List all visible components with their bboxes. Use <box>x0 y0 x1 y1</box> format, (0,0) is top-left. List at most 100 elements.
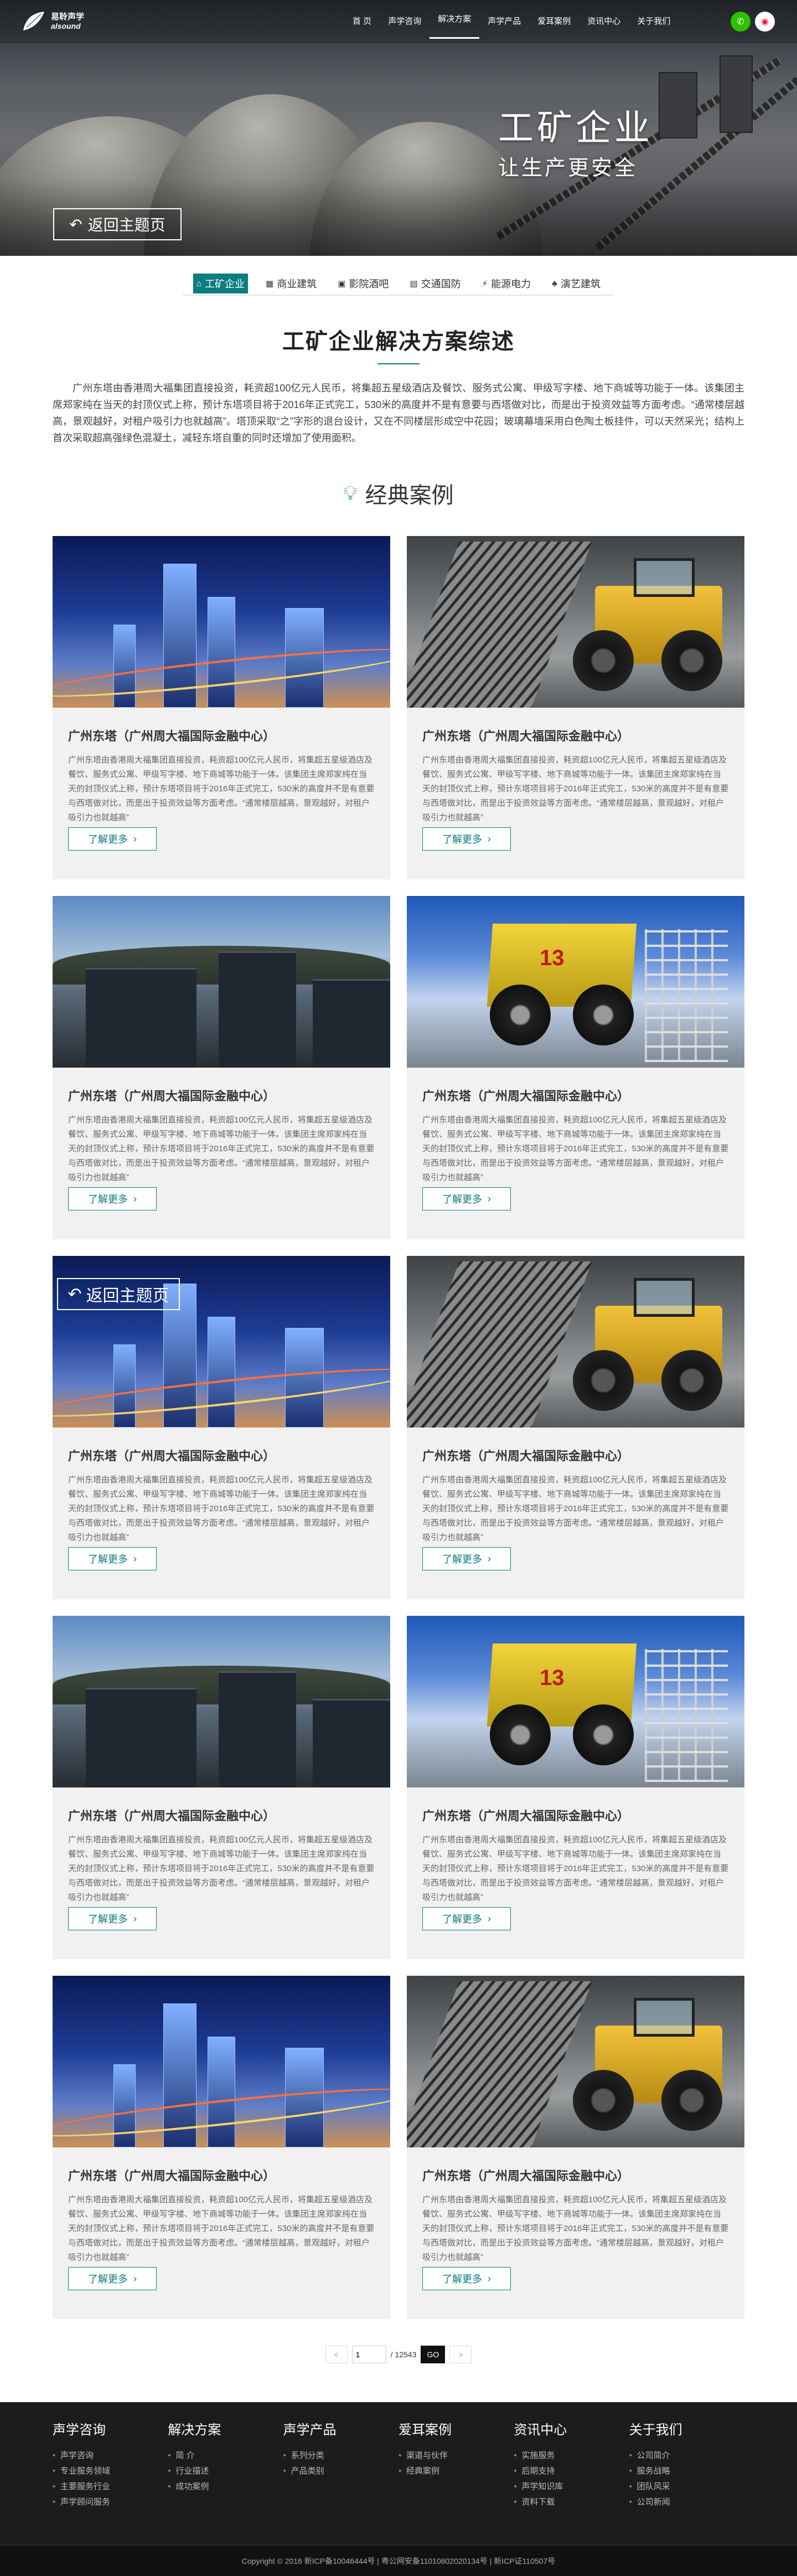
case-image-city[interactable] <box>53 1976 390 2147</box>
menu-item-cases[interactable]: 爱耳案例 <box>529 0 579 43</box>
learn-more-button[interactable]: 了解更多 › <box>422 1547 511 1570</box>
footer-link[interactable]: 声学顾问服务 <box>53 2495 168 2510</box>
footer-link[interactable]: 系列分类 <box>283 2448 398 2464</box>
footer-link[interactable]: 声学咨询 <box>53 2448 168 2464</box>
footer-link[interactable]: 主要服务行业 <box>53 2479 168 2495</box>
menu-item-solutions[interactable]: 解决方案 <box>429 0 480 39</box>
case-image-city[interactable]: ↶ 返回主题页 <box>53 1256 390 1428</box>
case-card[interactable]: ↶ 返回主题页 广州东塔（广州周大福国际金融中心） 广州东塔由香港周大福集团直接投… <box>53 1256 390 1599</box>
learn-more-label: 了解更多 <box>442 834 482 845</box>
case-card[interactable]: 广州东塔（广州周大福国际金融中心） 广州东塔由香港周大福集团直接投资，耗资超10… <box>53 1976 390 2319</box>
case-title: 广州东塔（广州周大福国际金融中心） <box>68 1809 276 1823</box>
case-card[interactable]: 广州东塔（广州周大福国际金融中心） 广州东塔由香港周大福集团直接投资，耗资超10… <box>53 896 390 1239</box>
footer-link[interactable]: 公司新闻 <box>629 2495 744 2510</box>
power-icon: ⚡ <box>482 279 488 288</box>
back-label: 返回主题页 <box>86 1287 169 1305</box>
tab-industrial[interactable]: ⌂ 工矿企业 <box>193 274 249 293</box>
case-image-loader[interactable] <box>407 1256 744 1428</box>
learn-more-button[interactable]: 了解更多 › <box>68 1547 157 1570</box>
chevron-right-icon: › <box>133 1553 137 1564</box>
footer-link[interactable]: 经典案例 <box>398 2464 514 2479</box>
footer-link[interactable]: 声学知识库 <box>514 2479 629 2495</box>
learn-more-button[interactable]: 了解更多 › <box>68 1187 157 1210</box>
back-to-theme-button[interactable]: ↶ 返回主题页 <box>53 208 182 240</box>
footer-col-title: 资讯中心 <box>514 2423 567 2438</box>
footer-link[interactable]: 服务战略 <box>629 2464 744 2479</box>
case-image-loader[interactable] <box>407 536 744 708</box>
social-links: ✆ ◉ <box>731 12 775 32</box>
footer-link[interactable]: 产品类别 <box>283 2464 398 2479</box>
category-tabs: ⌂ 工矿企业 ▦ 商业建筑 ▣ 影院酒吧 ▤ 交通国防 ⚡ 能源电力 ♣ 演艺建筑 <box>183 274 614 296</box>
case-card[interactable]: 13 广州东塔（广州周大福国际金融中心） 广州东塔由香港周大福集团直接投资，耗资… <box>407 1616 744 1959</box>
learn-more-button[interactable]: 了解更多 › <box>422 2267 511 2290</box>
footer-col-title: 解决方案 <box>168 2423 221 2438</box>
case-card[interactable]: 广州东塔（广州周大福国际金融中心） 广州东塔由香港周大福集团直接投资，耗资超10… <box>407 1256 744 1599</box>
tab-label: 影院酒吧 <box>349 279 389 290</box>
menu-item-products[interactable]: 声学产品 <box>479 0 529 43</box>
menu-item-consulting[interactable]: 声学咨询 <box>380 0 429 43</box>
learn-more-button[interactable]: 了解更多 › <box>68 827 157 851</box>
case-card[interactable]: 13 广州东塔（广州周大福国际金融中心） 广州东塔由香港周大福集团直接投资，耗资… <box>407 896 744 1239</box>
footer-col-cases: 爱耳案例 渠道与伙伴经典案例 <box>398 2419 514 2510</box>
case-card[interactable]: 广州东塔（广州周大福国际金融中心） 广州东塔由香港周大福集团直接投资，耗资超10… <box>407 1976 744 2319</box>
footer-link[interactable]: 简 介 <box>168 2448 283 2464</box>
footer-link[interactable]: 团队风采 <box>629 2479 744 2495</box>
footer-link[interactable]: 实施服务 <box>514 2448 629 2464</box>
chevron-right-icon: › <box>488 1913 491 1924</box>
footer-col-solutions: 解决方案 简 介行业描述成功案例 <box>168 2419 283 2510</box>
case-image-plant[interactable] <box>53 1616 390 1787</box>
wechat-icon[interactable]: ✆ <box>731 12 751 32</box>
learn-more-button[interactable]: 了解更多 › <box>422 1907 511 1930</box>
case-text: 广州东塔由香港周大福集团直接投资，耗资超100亿元人民币，将集超五星级酒店及餐饮… <box>422 1115 729 1182</box>
footer-col-consulting: 声学咨询 声学咨询专业服务领域主要服务行业声学顾问服务 <box>53 2419 168 2510</box>
back-label: 返回主题页 <box>87 217 165 234</box>
case-image-truck[interactable]: 13 <box>407 896 744 1068</box>
go-button[interactable]: GO <box>421 2346 446 2363</box>
back-to-theme-overlay[interactable]: ↶ 返回主题页 <box>57 1278 180 1310</box>
case-image-city[interactable] <box>53 536 390 708</box>
footer-link[interactable]: 成功案例 <box>168 2479 283 2495</box>
page-input[interactable] <box>351 2346 386 2363</box>
learn-more-button[interactable]: 了解更多 › <box>422 1187 511 1210</box>
learn-more-button[interactable]: 了解更多 › <box>68 2267 157 2290</box>
logo-text-en: alsound <box>51 21 81 30</box>
footer-link[interactable]: 后期支持 <box>514 2464 629 2479</box>
learn-more-button[interactable]: 了解更多 › <box>422 827 511 851</box>
case-card[interactable]: 广州东塔（广州周大福国际金融中心） 广州东塔由香港周大福集团直接投资，耗资超10… <box>53 536 390 879</box>
case-image-plant[interactable] <box>53 896 390 1068</box>
tab-label: 商业建筑 <box>277 279 317 290</box>
footer-link[interactable]: 专业服务领域 <box>53 2464 168 2479</box>
cases-heading: 💡︎ 经典案例 <box>0 477 797 509</box>
footer-link[interactable]: 公司简介 <box>629 2448 744 2464</box>
tab-theater[interactable]: ♣ 演艺建筑 <box>548 274 604 293</box>
page-total: / 12543 <box>390 2350 417 2359</box>
tab-commercial[interactable]: ▦ 商业建筑 <box>262 274 320 293</box>
learn-more-label: 了解更多 <box>88 834 128 845</box>
prev-page-button[interactable]: < <box>325 2346 348 2363</box>
pagination: < / 12543 GO > <box>0 2346 797 2363</box>
chevron-right-icon: › <box>133 1193 137 1204</box>
case-card[interactable]: 广州东塔（广州周大福国际金融中心） 广州东塔由香港周大福集团直接投资，耗资超10… <box>407 536 744 879</box>
logo[interactable]: 易聆声学 alsound <box>22 11 84 33</box>
case-text: 广州东塔由香港周大福集团直接投资，耗资超100亿元人民币，将集超五星级酒店及餐饮… <box>422 1475 729 1542</box>
weibo-icon[interactable]: ◉ <box>755 12 775 32</box>
menu-item-news[interactable]: 资讯中心 <box>579 0 629 43</box>
theater-icon: ♣ <box>552 279 557 288</box>
case-text: 广州东塔由香港周大福集团直接投资，耗资超100亿元人民币，将集超五星级酒店及餐饮… <box>68 2195 375 2262</box>
chevron-right-icon: › <box>488 833 491 844</box>
menu-item-home[interactable]: 首 页 <box>344 0 380 43</box>
footer-link[interactable]: 资料下载 <box>514 2495 629 2510</box>
intro-title: 工矿企业解决方案综述 <box>282 329 515 354</box>
case-image-loader[interactable] <box>407 1976 744 2147</box>
next-page-button[interactable]: > <box>449 2346 472 2363</box>
case-image-truck[interactable]: 13 <box>407 1616 744 1787</box>
footer-col-title: 声学咨询 <box>53 2423 106 2438</box>
learn-more-button[interactable]: 了解更多 › <box>68 1907 157 1930</box>
tab-traffic[interactable]: ▤ 交通国防 <box>406 274 464 293</box>
menu-item-about[interactable]: 关于我们 <box>629 0 679 43</box>
footer-link[interactable]: 行业描述 <box>168 2464 283 2479</box>
footer-link[interactable]: 渠道与伙伴 <box>398 2448 514 2464</box>
tab-power[interactable]: ⚡ 能源电力 <box>479 274 535 293</box>
tab-cinema[interactable]: ▣ 影院酒吧 <box>334 274 392 293</box>
case-card[interactable]: 广州东塔（广州周大福国际金融中心） 广州东塔由香港周大福集团直接投资，耗资超10… <box>53 1616 390 1959</box>
